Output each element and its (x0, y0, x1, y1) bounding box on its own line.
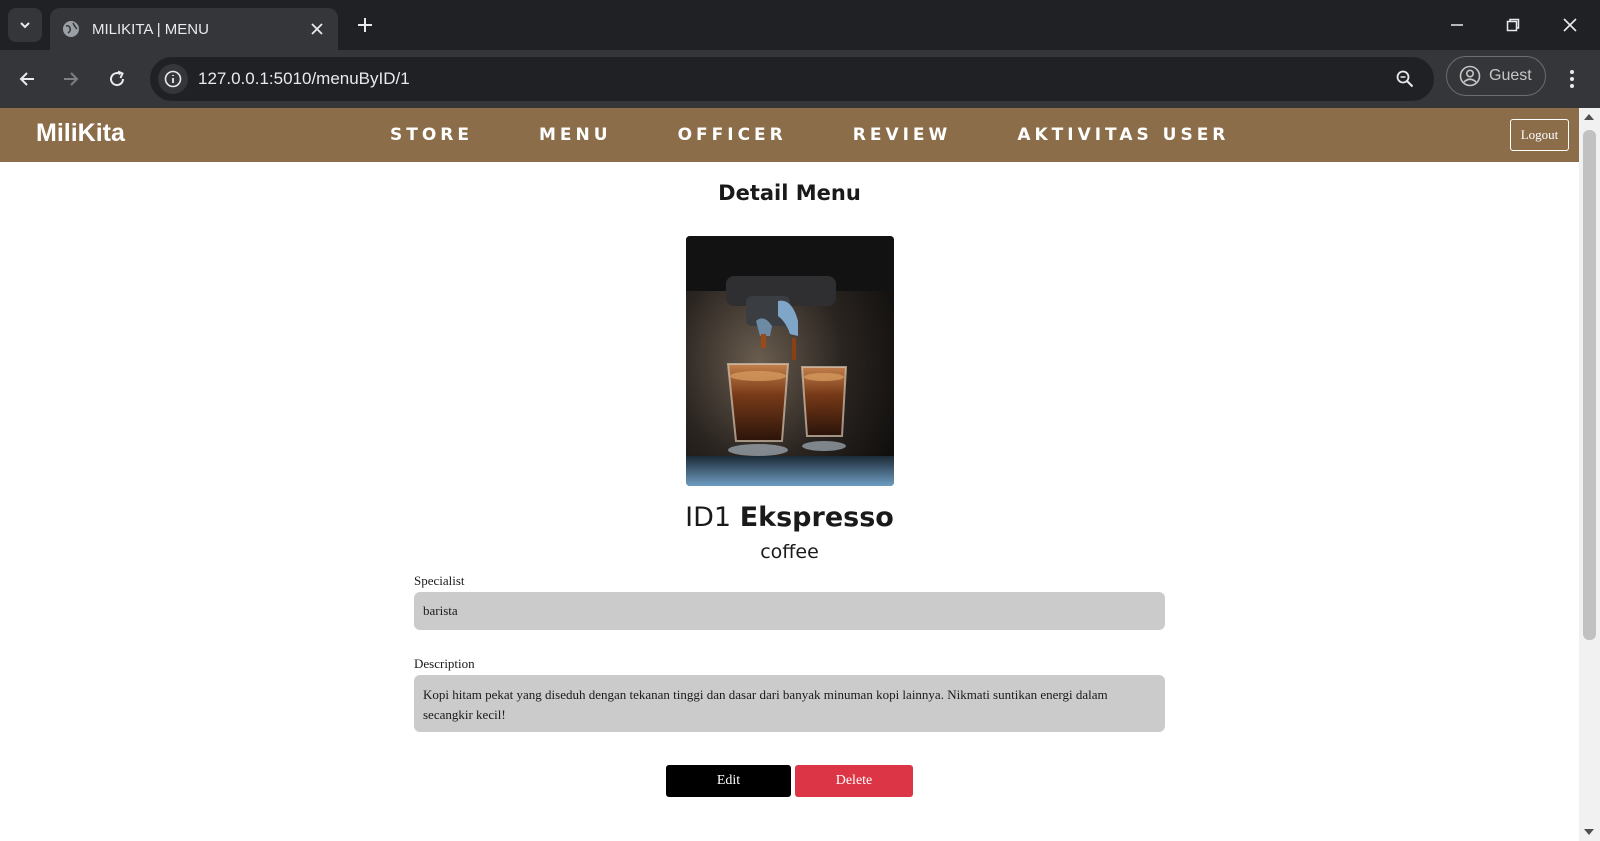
profile-icon (1459, 65, 1481, 87)
globe-icon (63, 21, 79, 37)
specialist-field[interactable]: barista (414, 592, 1165, 630)
main-menu: STORE MENU OFFICER REVIEW AKTIVITAS USER (390, 108, 1295, 162)
site-navbar: MiliKita STORE MENU OFFICER REVIEW AKTIV… (0, 108, 1579, 162)
edit-button[interactable]: Edit (666, 765, 791, 797)
specialist-label: Specialist (414, 573, 465, 588)
nav-menu[interactable]: MENU (539, 125, 612, 145)
nav-review[interactable]: REVIEW (853, 125, 952, 145)
description-label: Description (414, 656, 475, 671)
close-window-button[interactable] (1550, 8, 1590, 42)
minimize-button[interactable] (1437, 8, 1477, 42)
plus-icon (358, 18, 372, 32)
page-viewport: MiliKita STORE MENU OFFICER REVIEW AKTIV… (0, 108, 1579, 841)
profile-button[interactable]: Guest (1446, 56, 1546, 96)
new-tab-button[interactable] (352, 12, 378, 38)
menu-category: coffee (760, 541, 819, 563)
site-info-button[interactable] (158, 64, 188, 94)
close-tab-icon[interactable] (308, 20, 326, 38)
restore-icon (1506, 18, 1520, 32)
url-text[interactable]: 127.0.0.1:5010/menuByID/1 (198, 69, 1390, 89)
more-vert-icon (1570, 70, 1574, 88)
back-button[interactable] (11, 63, 43, 95)
page-title: Detail Menu (718, 181, 861, 205)
espresso-image (686, 236, 894, 486)
minimize-icon (1451, 24, 1463, 26)
brand-logo[interactable]: MiliKita (36, 119, 125, 148)
tab-title: MILIKITA | MENU (92, 20, 209, 38)
reload-icon (110, 70, 125, 87)
reload-button[interactable] (101, 63, 133, 95)
delete-button[interactable]: Delete (795, 765, 913, 797)
zoom-icon (1396, 70, 1414, 88)
scroll-down-icon[interactable] (1584, 829, 1594, 835)
menu-name: Ekspresso (739, 502, 894, 533)
menu-id: ID1 (685, 502, 732, 533)
info-icon (164, 70, 182, 88)
menu-photo (686, 236, 894, 486)
browser-tabbar: MILIKITA | MENU (0, 0, 1600, 50)
scrollbar-thumb[interactable] (1583, 130, 1596, 640)
tab-search-button[interactable] (8, 8, 42, 42)
arrow-left-icon (19, 72, 34, 86)
browser-menu-button[interactable] (1560, 63, 1584, 95)
forward-button[interactable] (55, 63, 87, 95)
menu-heading: ID1 Ekspresso (0, 502, 1579, 533)
arrow-right-icon (64, 72, 79, 86)
scroll-up-icon[interactable] (1584, 114, 1594, 120)
page-scrollbar[interactable] (1579, 108, 1600, 841)
description-field[interactable]: Kopi hitam pekat yang diseduh dengan tek… (414, 675, 1165, 732)
nav-aktivitas-user[interactable]: AKTIVITAS USER (1017, 125, 1229, 145)
address-bar[interactable]: 127.0.0.1:5010/menuByID/1 (150, 57, 1434, 101)
browser-tab[interactable]: MILIKITA | MENU (50, 8, 338, 50)
logout-button[interactable]: Logout (1510, 119, 1569, 151)
profile-label: Guest (1489, 67, 1532, 84)
zoom-button[interactable] (1390, 64, 1420, 94)
nav-officer[interactable]: OFFICER (678, 125, 787, 145)
chevron-down-icon (20, 22, 30, 29)
restore-button[interactable] (1493, 8, 1533, 42)
browser-toolbar: 127.0.0.1:5010/menuByID/1 Guest (0, 50, 1600, 108)
nav-store[interactable]: STORE (390, 125, 473, 145)
close-icon (1563, 18, 1577, 32)
